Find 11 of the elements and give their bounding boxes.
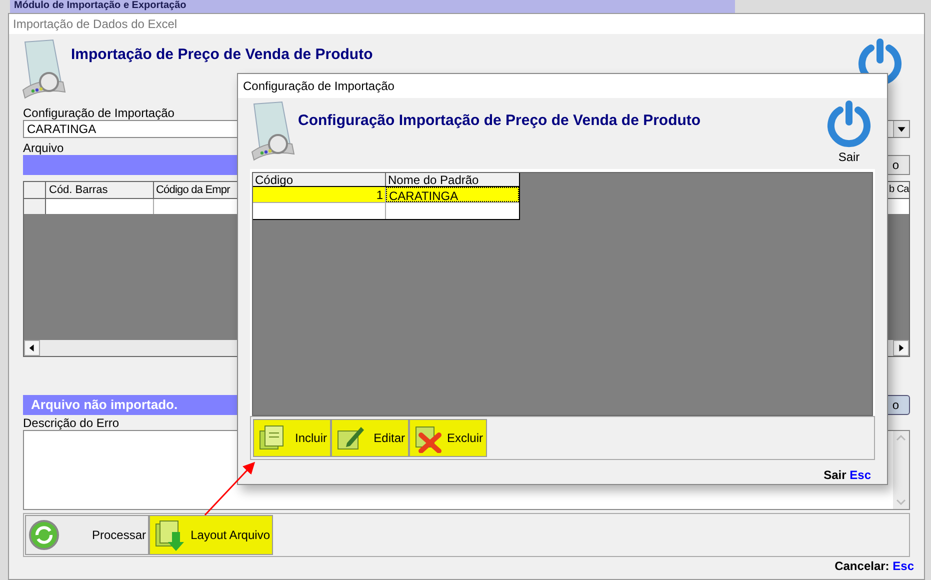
window-title: Importação de Dados do Excel xyxy=(9,14,924,34)
dialog-heading: Configuração Importação de Preço de Venda de Produto xyxy=(298,110,701,131)
dialog-title: Configuração de Importação xyxy=(238,74,887,98)
exit-label: Sair xyxy=(838,148,860,166)
field-label: Configuração de Importação xyxy=(23,106,174,120)
table-cell: 1 xyxy=(253,186,386,202)
field-label: Arquivo xyxy=(23,141,64,155)
field-label: Descrição do Erro xyxy=(23,416,120,430)
table-cell: CARATINGA xyxy=(386,186,519,202)
page-heading: Importação de Preço de Venda de Produto xyxy=(71,45,373,65)
app-title-bar: Módulo de Importação e Exportação xyxy=(10,0,735,13)
